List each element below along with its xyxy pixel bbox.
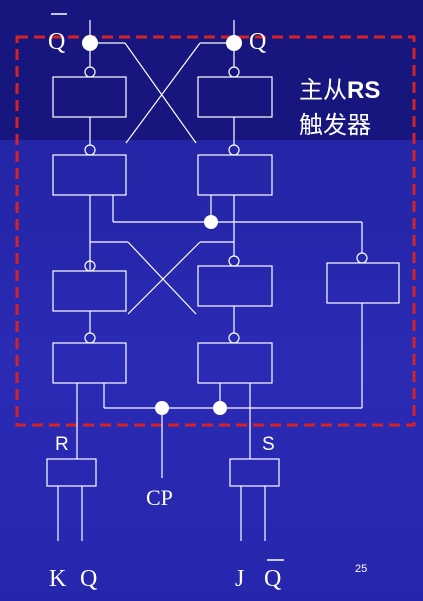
cross-link-2	[125, 42, 201, 144]
clock-junction-top	[204, 215, 218, 229]
master-steer-right	[197, 342, 273, 384]
q-top-label: Q	[249, 29, 266, 55]
master-slave-rs-flip-flop-diagram: Q Q 主从RS 触发器 R S CP K Q J Q 25	[15, 13, 416, 592]
master-gate-left	[52, 270, 127, 312]
diagram-title-line1: 主从RS	[299, 77, 380, 104]
slave-steer-right-bubble	[228, 144, 240, 156]
q-output-node	[226, 35, 242, 51]
q-bottom-label: Q	[80, 566, 97, 592]
j-label: J	[235, 566, 244, 592]
qbar-bottom-label: Q	[264, 566, 281, 592]
master-gate-right-bubble	[228, 255, 240, 267]
diagram-title-prefix: 主从	[299, 77, 347, 104]
slave-steer-left-bubble	[84, 144, 96, 156]
cross-link-1	[124, 42, 197, 144]
clock-junction-right	[213, 401, 227, 415]
master-steer-right-bubble	[228, 332, 240, 344]
inverter-bubble	[356, 252, 368, 264]
slave-gate-left	[52, 76, 127, 118]
slave-gate-left-bubble	[84, 66, 96, 78]
slave-steer-left	[52, 154, 127, 196]
qbar-output-node	[82, 35, 98, 51]
r-label: R	[55, 434, 69, 455]
k-label: K	[49, 566, 67, 592]
k-input-gate	[46, 458, 97, 487]
page-number: 25	[355, 563, 367, 575]
slave-steer-right	[197, 154, 273, 196]
j-input-gate	[229, 458, 280, 487]
cp-label: CP	[146, 485, 173, 510]
diagram-title-rs: RS	[347, 77, 380, 104]
master-steer-left-bubble	[84, 332, 96, 344]
s-label: S	[262, 434, 275, 455]
master-steer-left	[52, 342, 127, 384]
qbar-top-label: Q	[48, 29, 65, 55]
clock-inverter	[326, 262, 400, 304]
master-gate-right	[197, 265, 273, 307]
slave-gate-right	[197, 76, 273, 118]
slave-gate-right-bubble	[228, 66, 240, 78]
diagram-title-line2: 触发器	[299, 112, 371, 139]
clock-junction-cp	[155, 401, 169, 415]
